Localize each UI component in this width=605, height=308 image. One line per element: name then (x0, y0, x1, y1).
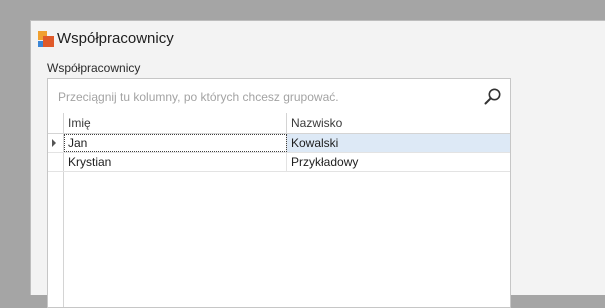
row-indicator-header (48, 113, 64, 133)
search-icon (484, 88, 501, 105)
search-button[interactable] (482, 86, 504, 108)
column-header-imie[interactable]: Imię (64, 113, 287, 133)
window-title: Współpracownicy (57, 30, 174, 47)
cell-imie[interactable]: Krystian (64, 153, 287, 171)
cell-nazwisko[interactable]: Kowalski (287, 134, 510, 152)
table-row[interactable]: Jan Kowalski (48, 134, 510, 153)
group-by-hint: Przeciągnij tu kolumny, po których chces… (58, 90, 339, 104)
employees-grid[interactable]: Przeciągnij tu kolumny, po których chces… (47, 78, 511, 308)
window-titlebar: Współpracownicy (31, 21, 605, 55)
row-indicator-cell (48, 153, 64, 171)
row-indicator-cell (48, 134, 64, 152)
row-indicator-arrow-icon (52, 139, 56, 147)
grid-header-row: Imię Nazwisko (48, 113, 510, 134)
cell-nazwisko[interactable]: Przykładowy (287, 153, 510, 171)
employees-window: Współpracownicy Współpracownicy Przeciąg… (30, 20, 605, 308)
group-by-panel[interactable]: Przeciągnij tu kolumny, po których chces… (48, 79, 510, 114)
table-row[interactable]: Krystian Przykładowy (48, 153, 510, 172)
row-indicator-column (48, 172, 64, 307)
group-label: Współpracownicy (47, 61, 141, 75)
column-header-nazwisko[interactable]: Nazwisko (287, 113, 510, 133)
cell-imie[interactable]: Jan (64, 134, 287, 152)
app-logo-icon (38, 31, 54, 47)
